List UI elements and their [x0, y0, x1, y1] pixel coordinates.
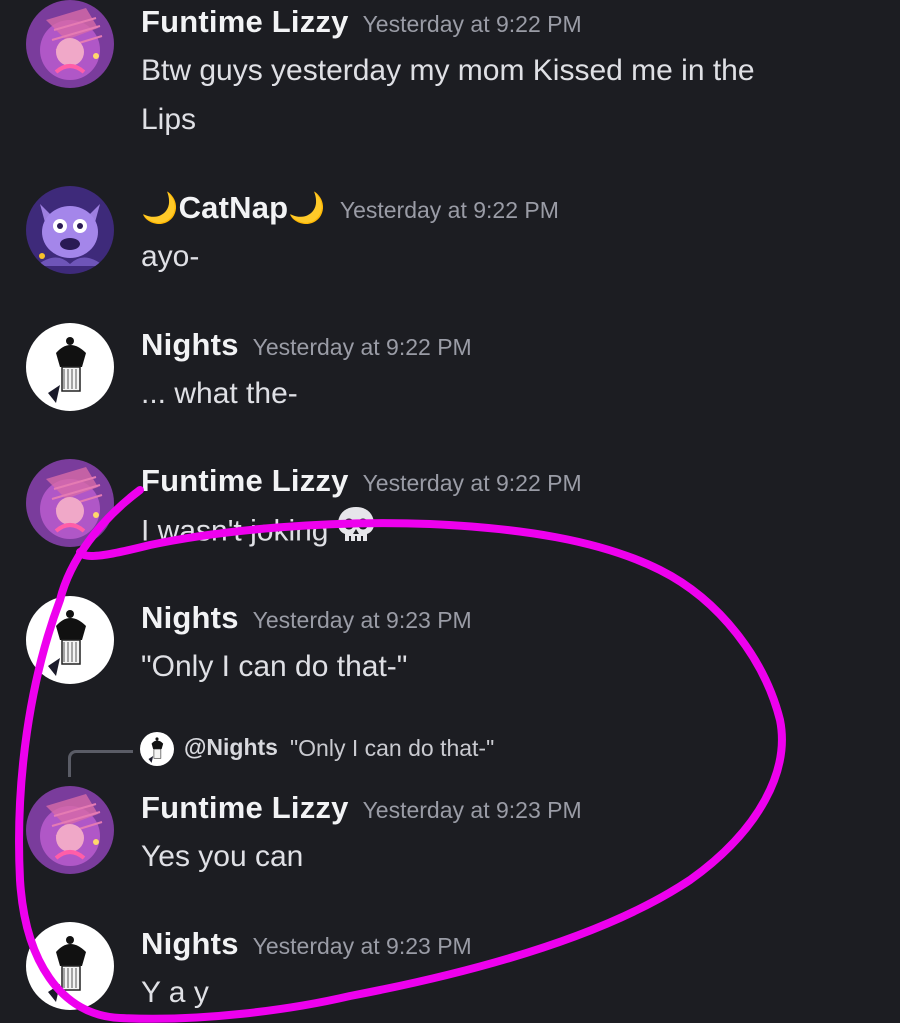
timestamp: Yesterday at 9:23 PM	[362, 797, 582, 823]
nights-reply-avatar	[140, 732, 174, 766]
reply-snippet: "Only I can do that-"	[290, 735, 495, 761]
message-text: Btw guys yesterday my mom Kissed me in t…	[141, 46, 861, 144]
funtime-lizzy-avatar[interactable]	[26, 0, 114, 88]
funtime-lizzy-avatar[interactable]	[26, 786, 114, 874]
moon-emoji: 🌙	[288, 192, 326, 225]
username[interactable]: Funtime Lizzy	[141, 463, 349, 498]
nights-avatar-image	[140, 732, 174, 766]
message-line: ayo-	[141, 240, 200, 273]
nights-avatar-image	[26, 323, 114, 411]
message-text: Yes you can	[141, 832, 861, 881]
username-text: CatNap	[178, 190, 289, 225]
timestamp: Yesterday at 9:22 PM	[362, 470, 582, 496]
message-text: ayo-	[141, 232, 861, 281]
username[interactable]: Nights	[141, 327, 239, 362]
reply-preview[interactable]: @Nights "Only I can do that-"	[68, 732, 868, 782]
chat-message-list: Funtime Lizzy Yesterday at 9:22 PM Btw gu…	[0, 0, 900, 1023]
reply-connector-line	[68, 750, 133, 777]
funtime-lizzy-avatar-image	[26, 0, 114, 88]
message-header: Funtime Lizzy Yesterday at 9:22 PM	[141, 4, 582, 40]
timestamp: Yesterday at 9:23 PM	[252, 933, 472, 959]
catnap-avatar[interactable]	[26, 186, 114, 274]
username[interactable]: Funtime Lizzy	[141, 4, 349, 39]
message-line: Y a y	[141, 976, 209, 1009]
reply-mention[interactable]: @Nights	[184, 734, 278, 761]
username[interactable]: Nights	[141, 600, 239, 635]
message-text: ... what the-	[141, 369, 861, 418]
message-text: Y a y	[141, 968, 861, 1017]
message-header: Funtime Lizzy Yesterday at 9:23 PM	[141, 790, 582, 826]
message-line: "Only I can do that-"	[141, 650, 408, 683]
funtime-lizzy-avatar-image	[26, 786, 114, 874]
message-header: 🌙CatNap🌙 Yesterday at 9:22 PM	[141, 190, 559, 226]
skull-emoji	[335, 505, 377, 560]
timestamp: Yesterday at 9:22 PM	[362, 11, 582, 37]
nights-avatar[interactable]	[26, 596, 114, 684]
funtime-lizzy-avatar-image	[26, 459, 114, 547]
message-line-text: I wasn't joking	[141, 514, 329, 548]
message-header: Funtime Lizzy Yesterday at 9:22 PM	[141, 463, 582, 499]
message-line: ... what the-	[141, 377, 298, 410]
moon-emoji: 🌙	[141, 192, 179, 225]
nights-avatar-image	[26, 922, 114, 1010]
message-line: Lips	[141, 103, 197, 136]
catnap-avatar-image	[26, 186, 114, 274]
message-header: Nights Yesterday at 9:22 PM	[141, 327, 472, 363]
username[interactable]: Funtime Lizzy	[141, 790, 349, 825]
funtime-lizzy-avatar[interactable]	[26, 459, 114, 547]
message-text: I wasn't joking	[141, 505, 861, 560]
username[interactable]: 🌙CatNap🌙	[141, 190, 326, 225]
message-text: "Only I can do that-"	[141, 642, 861, 691]
username[interactable]: Nights	[141, 926, 239, 961]
nights-avatar-image	[26, 596, 114, 684]
timestamp: Yesterday at 9:23 PM	[252, 607, 472, 633]
timestamp: Yesterday at 9:22 PM	[252, 334, 472, 360]
nights-avatar[interactable]	[26, 922, 114, 1010]
message-header: Nights Yesterday at 9:23 PM	[141, 926, 472, 962]
nights-avatar[interactable]	[26, 323, 114, 411]
message-line: I wasn't joking	[141, 505, 861, 560]
message-line: Yes you can	[141, 840, 304, 873]
message-header: Nights Yesterday at 9:23 PM	[141, 600, 472, 636]
message-line: Btw guys yesterday my mom Kissed me in t…	[141, 54, 755, 87]
timestamp: Yesterday at 9:22 PM	[339, 197, 559, 223]
